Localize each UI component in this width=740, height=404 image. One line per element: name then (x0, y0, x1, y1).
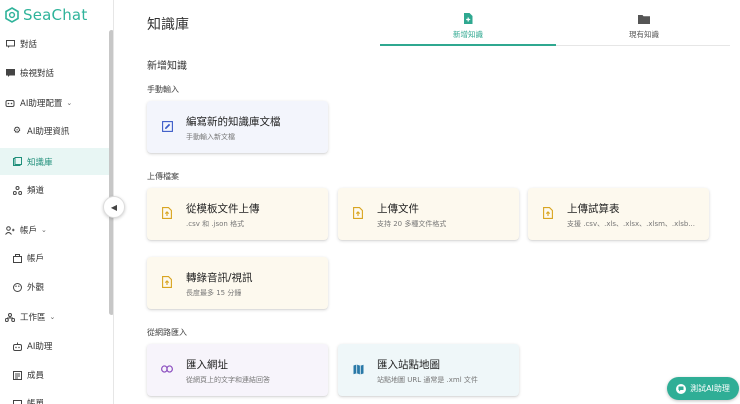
card-subtitle: 站點地圖 URL 通常是 .xml 文件 (377, 376, 478, 384)
sidebar-item-channel[interactable]: 頻道 (0, 179, 110, 201)
link-icon (161, 363, 173, 375)
tab-label: 新增知識 (453, 29, 483, 39)
edit-icon (161, 120, 173, 132)
chevron-down-icon: ⌄ (49, 313, 56, 321)
sidebar-item-label: 帳戶 (20, 226, 38, 236)
workspace-icon (5, 312, 15, 322)
review-chat-icon (5, 68, 15, 78)
sidebar-item-label: 頻道 (27, 186, 45, 196)
chat-icon (5, 39, 15, 49)
card-subtitle: 支持 20 多種文件格式 (377, 220, 447, 228)
tab-bar: 新增知識 現有知識 (380, 8, 730, 46)
card-upload-spreadsheet[interactable]: 上傳試算表 支援 .csv、.xls、.xlsx、.xlsm、.xlsb... (528, 188, 709, 240)
robot-icon (12, 341, 22, 351)
card-title: 編寫新的知識庫文檔 (186, 116, 281, 128)
test-ai-assistant-button[interactable]: 測試AI助理 (667, 377, 739, 400)
members-icon (12, 370, 22, 380)
section-title: 新增知識 (147, 61, 187, 72)
ai-config-icon (5, 98, 15, 108)
sidebar-item-review-chat[interactable]: 檢視對話 (0, 62, 110, 84)
card-title: 轉錄音訊/視訊 (186, 272, 253, 284)
logo[interactable]: SeaChat (4, 5, 87, 25)
card-title: 匯入網址 (186, 359, 228, 371)
gear-icon: ⚙ (12, 126, 22, 136)
add-file-icon (464, 12, 473, 24)
tab-add-knowledge[interactable]: 新增知識 (380, 8, 556, 46)
sidebar-item-appearance[interactable]: 外觀 (0, 276, 110, 298)
sidebar-item-members[interactable]: 成員 (0, 364, 110, 386)
group-heading-web: 從網路匯入 (147, 328, 187, 337)
brand-name: SeaChat (23, 6, 88, 24)
group-heading-upload: 上傳檔案 (147, 172, 179, 181)
account-sub-icon (12, 253, 22, 263)
sidebar-item-label: AI助理配置 (20, 99, 63, 109)
card-title: 匯入站點地圖 (377, 359, 440, 371)
chevron-down-icon: ⌄ (66, 99, 73, 107)
card-subtitle: 從網頁上的文字和連結回答 (186, 376, 270, 384)
sidebar-item-label: 對話 (20, 40, 38, 50)
account-icon (5, 225, 15, 235)
chevron-down-icon: ⌄ (41, 226, 47, 234)
card-transcribe-media[interactable]: 轉錄音訊/視訊 長度最多 15 分鐘 (147, 257, 328, 309)
main-content: 知識庫 新增知識 現有知識 新增知識 手動輸入 編寫新的知識庫文檔 手動輸入新文… (125, 0, 740, 404)
sidebar-item-label: 工作區 (20, 313, 46, 323)
upload-file-icon (352, 207, 364, 219)
sidebar-item-ai-assistant[interactable]: AI助理 (0, 335, 110, 357)
group-heading-manual: 手動輸入 (147, 85, 179, 94)
tab-existing-knowledge[interactable]: 現有知識 (556, 8, 732, 46)
tab-label: 現有知識 (629, 30, 659, 39)
card-subtitle: 支援 .csv、.xls、.xlsx、.xlsm、.xlsb... (567, 220, 696, 228)
card-title: 上傳文件 (377, 203, 419, 215)
sidebar-item-label: 成員 (27, 371, 45, 381)
chat-bubble-icon (676, 383, 687, 394)
knowledge-icon (12, 157, 22, 167)
card-title: 從模板文件上傳 (186, 203, 260, 215)
card-import-url[interactable]: 匯入網址 從網頁上的文字和連結回答 (147, 344, 328, 396)
sidebar: SeaChat 對話 檢視對話 AI助理配置 ⌄ ⚙ AI助理資訊 知識庫 頻道 (0, 0, 114, 404)
card-subtitle: 手動輸入新文檔 (186, 133, 235, 141)
card-upload-document[interactable]: 上傳文件 支持 20 多種文件格式 (338, 188, 519, 240)
sidebar-item-label: 外觀 (27, 283, 45, 293)
test-button-label: 測試AI助理 (690, 384, 730, 393)
folder-icon (638, 15, 650, 24)
card-new-document[interactable]: 編寫新的知識庫文檔 手動輸入新文檔 (147, 101, 328, 153)
seachat-logo-icon (5, 7, 19, 23)
sidebar-item-label: 帳戶 (27, 254, 45, 264)
sidebar-item-account-sub[interactable]: 帳戶 (0, 247, 110, 269)
sidebar-item-label: 檢視對話 (20, 69, 55, 79)
sidebar-item-ai-info[interactable]: ⚙ AI助理資訊 (0, 120, 110, 142)
sidebar-item-workspace[interactable]: 工作區 ⌄ (0, 306, 110, 328)
card-import-sitemap[interactable]: 匯入站點地圖 站點地圖 URL 通常是 .xml 文件 (338, 344, 519, 396)
palette-icon (12, 282, 22, 292)
upload-file-icon (161, 207, 173, 219)
card-template-upload[interactable]: 從模板文件上傳 .csv 和 .json 格式 (147, 188, 328, 240)
chevron-left-icon: ◀ (110, 202, 118, 212)
sidebar-item-label: 知識庫 (27, 157, 53, 168)
sidebar-item-label: 帳單 (27, 399, 45, 404)
sidebar-item-ai-config[interactable]: AI助理配置 ⌄ (0, 92, 110, 114)
sidebar-scrollbar[interactable] (109, 30, 113, 315)
sidebar-item-knowledge[interactable]: 知識庫 (0, 148, 110, 175)
upload-file-icon (542, 207, 554, 219)
sidebar-item-chat[interactable]: 對話 (0, 33, 110, 55)
sidebar-item-label: AI助理資訊 (27, 127, 70, 137)
channel-icon (12, 185, 22, 195)
card-title: 上傳試算表 (567, 203, 620, 215)
sidebar-item-billing[interactable]: 帳單 (0, 392, 110, 404)
card-subtitle: 長度最多 15 分鐘 (186, 289, 242, 297)
sidebar-collapse-button[interactable]: ◀ (103, 196, 125, 218)
sidebar-item-account[interactable]: 帳戶 ⌄ (0, 219, 110, 241)
billing-icon (12, 398, 22, 404)
sidebar-item-label: AI助理 (27, 342, 53, 352)
app-root: SeaChat 對話 檢視對話 AI助理配置 ⌄ ⚙ AI助理資訊 知識庫 頻道 (0, 0, 740, 404)
map-icon (352, 363, 364, 375)
card-subtitle: .csv 和 .json 格式 (186, 220, 245, 228)
upload-file-icon (161, 276, 173, 288)
page-title: 知識庫 (147, 17, 189, 33)
